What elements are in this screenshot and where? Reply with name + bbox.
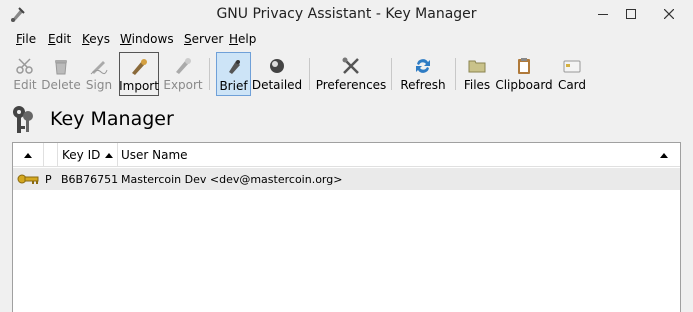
menu-edit[interactable]: Edit — [48, 32, 71, 46]
table-header: Key ID User Name — [13, 143, 680, 167]
preferences-tools-icon — [340, 55, 362, 77]
import-keys-button[interactable]: Import — [119, 52, 159, 96]
keypair-icon — [17, 168, 41, 190]
column-header-keyid[interactable]: Key ID — [61, 143, 117, 167]
menu-windows[interactable]: Windows — [120, 32, 174, 46]
export-keys-button[interactable]: Export — [163, 52, 203, 96]
brief-view-icon — [223, 56, 245, 78]
column-header-expand[interactable] — [13, 143, 43, 167]
card-button[interactable]: Card — [557, 52, 587, 96]
key-type: P — [45, 172, 52, 186]
preferences-button[interactable]: Preferences — [316, 52, 386, 96]
sort-ascending-icon — [24, 152, 32, 158]
user-name: Mastercoin Dev <dev@mastercoin.org> — [121, 172, 343, 186]
title-bar: GNU Privacy Assistant - Key Manager — [0, 0, 693, 30]
toolbar: Edit Delete Sign Import Export Brief Det… — [0, 50, 693, 98]
menu-server[interactable]: Server — [184, 32, 223, 46]
clipboard-button[interactable]: Clipboard — [495, 52, 553, 96]
toolbar-separator — [309, 58, 310, 90]
trash-icon — [50, 55, 72, 77]
menu-keys[interactable]: Keys — [82, 32, 110, 46]
scissors-icon — [14, 55, 36, 77]
sort-ascending-icon — [660, 152, 668, 158]
detailed-view-button[interactable]: Detailed — [252, 52, 302, 96]
sign-key-button[interactable]: Sign — [84, 52, 114, 96]
page-title: Key Manager — [50, 108, 174, 130]
edit-key-button[interactable]: Edit — [9, 52, 41, 96]
toolbar-separator — [391, 58, 392, 90]
toolbar-separator — [209, 58, 210, 90]
detailed-view-icon — [266, 55, 288, 77]
import-icon — [128, 56, 150, 78]
close-button[interactable] — [645, 0, 693, 28]
keys-icon — [10, 104, 36, 136]
files-button[interactable]: Files — [463, 52, 491, 96]
smartcard-icon — [561, 55, 583, 77]
refresh-icon — [412, 55, 434, 77]
menu-bar: File Edit Keys Windows Server Help — [0, 30, 693, 50]
delete-key-button[interactable]: Delete — [41, 52, 81, 96]
column-header-username[interactable]: User Name — [121, 143, 680, 167]
export-icon — [172, 55, 194, 77]
folder-icon — [466, 55, 488, 77]
sort-ascending-icon — [105, 152, 114, 158]
brief-view-button[interactable]: Brief — [216, 52, 251, 96]
key-list-table: Key ID User Name P B6B76751 Mastercoin D… — [12, 142, 681, 312]
refresh-button[interactable]: Refresh — [400, 52, 446, 96]
menu-file[interactable]: File — [16, 32, 36, 46]
toolbar-separator — [455, 58, 456, 90]
clipboard-icon — [513, 55, 535, 77]
table-row[interactable]: P B6B76751 Mastercoin Dev <dev@mastercoi… — [13, 168, 680, 190]
menu-help[interactable]: Help — [229, 32, 256, 46]
sign-pen-icon — [88, 55, 110, 77]
key-id: B6B76751 — [61, 172, 119, 186]
page-header: Key Manager — [0, 100, 693, 140]
